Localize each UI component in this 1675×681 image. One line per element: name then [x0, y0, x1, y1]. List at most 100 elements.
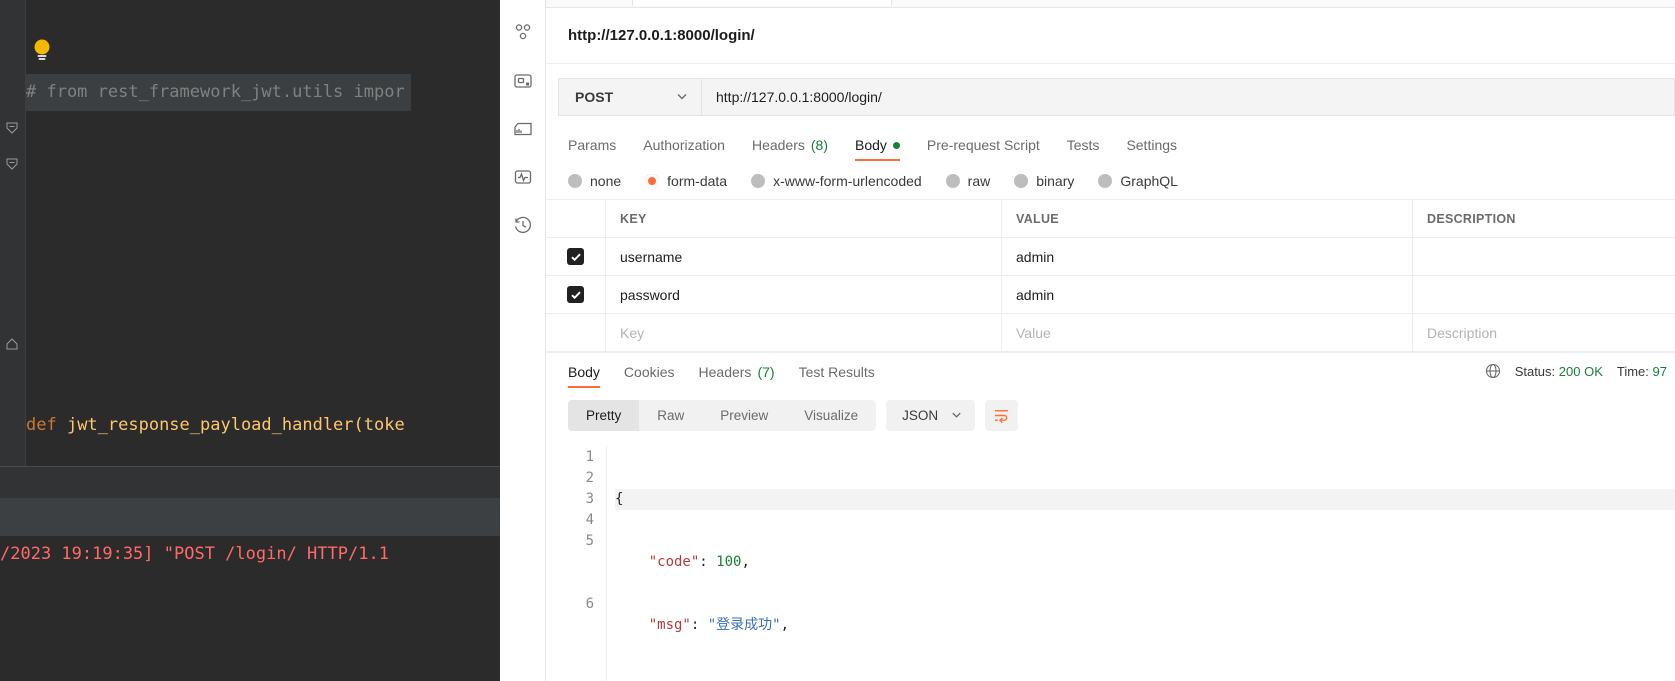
response-meta: Status: 200 OK Time: 97 [1485, 363, 1675, 379]
radio-icon [1098, 174, 1113, 188]
history-icon[interactable] [512, 214, 534, 236]
view-mode-preview[interactable]: Preview [702, 400, 786, 431]
tab-label: Settings [1126, 137, 1178, 153]
status-group: Status: 200 OK [1515, 364, 1603, 379]
json-string: "登录成功" [707, 617, 781, 633]
tab-settings[interactable]: Settings [1126, 137, 1177, 161]
fold-arrow-up-icon[interactable] [6, 338, 18, 350]
response-tab-body[interactable]: Body [568, 364, 600, 388]
environments-icon[interactable] [512, 118, 534, 140]
apis-icon[interactable] [512, 70, 534, 92]
ide-pane: # from rest_framework_jwt.utils impor de… [0, 0, 500, 681]
json-token: : [699, 554, 717, 570]
form-data-table: KEY VALUE DESCRIPTION username admin pas… [546, 199, 1675, 352]
screen-root: # from rest_framework_jwt.utils impor de… [0, 0, 1675, 681]
method-select[interactable]: POST [558, 78, 701, 116]
code-function-name: jwt_response_payload_handler(toke [56, 415, 405, 435]
globe-icon[interactable] [1485, 363, 1501, 379]
json-token: { [615, 491, 624, 507]
tab-label: Body [855, 137, 887, 153]
tab-authorization[interactable]: Authorization [643, 137, 725, 161]
collections-icon[interactable] [512, 22, 534, 44]
request-tabs: Params Authorization Headers (8) Body Pre… [546, 128, 1675, 161]
tab-label: Cookies [623, 364, 675, 380]
view-mode-pretty[interactable]: Pretty [568, 400, 640, 431]
code-line: def jwt_response_payload_handler(toke [26, 407, 500, 444]
new-row-value[interactable]: Value [1002, 314, 1413, 351]
code-editor[interactable]: # from rest_framework_jwt.utils impor de… [0, 0, 500, 657]
line-number: 2 [585, 470, 594, 486]
row-key[interactable]: password [606, 276, 1002, 313]
row-checkbox-cell [546, 238, 606, 275]
header-description: DESCRIPTION [1427, 211, 1516, 226]
radio-label: form-data [667, 173, 728, 189]
tab-label: Tests [1066, 137, 1100, 153]
table-row[interactable]: password admin [546, 276, 1675, 314]
row-key[interactable]: username [606, 238, 1002, 275]
view-mode-segmented: Pretty Raw Preview Visualize [568, 400, 877, 431]
tab-label: Params [568, 137, 617, 153]
response-tab-test-results[interactable]: Test Results [799, 364, 875, 388]
status-value: 200 OK [1558, 363, 1603, 379]
code-comment: # from rest_framework_jwt.utils impor [26, 74, 411, 111]
tab-label: Authorization [643, 137, 725, 153]
json-line: "code": 100, [615, 552, 1675, 573]
new-row-key[interactable]: Key [606, 314, 1002, 351]
view-mode-visualize[interactable]: Visualize [786, 400, 876, 431]
header-check-cell [546, 200, 606, 237]
body-type-form-data[interactable]: form-data [645, 173, 727, 189]
fold-arrow-icon[interactable] [6, 158, 18, 170]
row-checkbox-cell [546, 314, 606, 351]
table-row-new[interactable]: Key Value Description [546, 314, 1675, 352]
monitors-icon[interactable] [512, 166, 534, 188]
body-type-x-www-form-urlencoded[interactable]: x-www-form-urlencoded [751, 173, 922, 189]
time-label: Time: [1616, 363, 1649, 379]
new-row-description[interactable]: Description [1413, 314, 1675, 351]
row-value[interactable]: admin [1002, 238, 1413, 275]
row-description[interactable] [1413, 238, 1675, 275]
json-content: { "code": 100, "msg": "登录成功", "username"… [606, 447, 1675, 681]
response-json-viewer[interactable]: 1 2 3 4 5 6 { "code": 100, "msg": "登录成功"… [546, 441, 1675, 681]
request-tab-strip [546, 0, 1675, 8]
row-description[interactable] [1413, 276, 1675, 313]
line-number: 5 [585, 533, 594, 549]
tab-headers[interactable]: Headers (8) [752, 137, 828, 161]
json-key: "code" [648, 554, 700, 570]
tab-pre-request-script[interactable]: Pre-request Script [927, 137, 1040, 161]
fold-arrow-icon[interactable] [6, 122, 18, 134]
format-select[interactable]: JSON [886, 400, 976, 431]
table-row[interactable]: username admin [546, 238, 1675, 276]
tab-params[interactable]: Params [568, 137, 616, 161]
response-tab-headers[interactable]: Headers (7) [699, 364, 775, 388]
status-label: Status: [1514, 363, 1556, 379]
url-input[interactable]: http://127.0.0.1:8000/login/ [701, 78, 1675, 116]
modified-dot-icon [892, 141, 900, 149]
response-tab-cookies[interactable]: Cookies [624, 364, 675, 388]
row-checkbox[interactable] [567, 286, 584, 303]
body-type-binary[interactable]: binary [1014, 173, 1074, 189]
chevron-down-icon [675, 89, 689, 106]
row-checkbox[interactable] [567, 248, 584, 265]
open-request-tab[interactable] [632, 0, 892, 6]
body-type-raw[interactable]: raw [945, 173, 990, 189]
response-tabs: Body Cookies Headers (7) Test Results Sta… [546, 352, 1675, 388]
body-type-graphql[interactable]: GraphQL [1098, 173, 1178, 189]
radio-icon [568, 174, 582, 188]
tab-label: Headers [698, 364, 752, 380]
line-number: 6 [585, 596, 594, 612]
json-token: , [741, 554, 750, 570]
tab-body[interactable]: Body [855, 137, 900, 161]
row-value[interactable]: admin [1002, 276, 1413, 313]
tab-tests[interactable]: Tests [1067, 137, 1100, 161]
method-label: POST [575, 89, 614, 105]
body-type-radios: none form-data x-www-form-urlencoded raw… [546, 161, 1675, 199]
body-type-none[interactable]: none [568, 173, 621, 189]
tab-count: (7) [757, 364, 775, 380]
json-key: "msg" [648, 617, 691, 633]
postman-sidebar-rail [500, 0, 546, 681]
time-value: 97 [1652, 363, 1667, 379]
view-mode-raw[interactable]: Raw [639, 400, 702, 431]
ide-run-toolbar[interactable] [0, 498, 500, 536]
radio-label: GraphQL [1120, 173, 1178, 189]
wrap-lines-button[interactable] [985, 400, 1019, 431]
